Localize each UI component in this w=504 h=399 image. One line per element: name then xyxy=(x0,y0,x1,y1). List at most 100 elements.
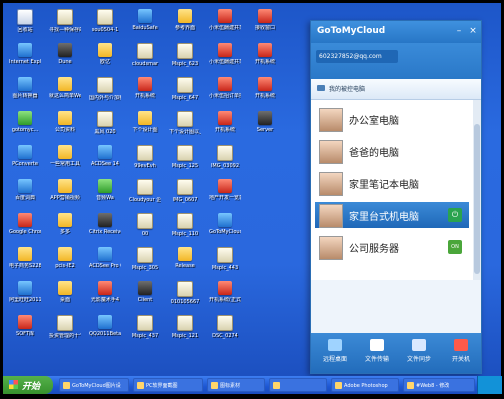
taskbar-button[interactable]: GoToMyCloud图片设 xyxy=(59,378,129,392)
desktop-icon[interactable]: Server xyxy=(249,111,281,147)
desktop-icon[interactable]: IMG_0607 xyxy=(169,179,201,215)
taskbar-button[interactable]: 图标素材 xyxy=(207,378,265,392)
desktop-icon[interactable]: 黑风 020 xyxy=(89,111,121,147)
desktop-icon[interactable]: BaiduSafe xyxy=(129,9,161,45)
desktop-icon[interactable]: APP营销视频 xyxy=(49,179,81,215)
desktop-icon[interactable]: Mspic_647 xyxy=(169,77,201,113)
device-list-scrollbar[interactable] xyxy=(473,100,481,280)
desktop-icon[interactable]: DSC_0274 xyxy=(209,315,241,351)
device-row[interactable]: 爸爸的电脑 xyxy=(315,138,469,164)
desktop-icon[interactable]: ACDSee Pro 6 xyxy=(89,247,121,283)
desktop-icon[interactable]: 百度词典 xyxy=(9,179,41,215)
taskbar-button[interactable] xyxy=(269,378,327,392)
file-icon xyxy=(258,43,272,57)
desktop-icon[interactable]: 投资管理的十个问题案例 xyxy=(49,315,81,351)
desktop-icon[interactable]: Internet Explorer xyxy=(9,43,41,79)
start-button[interactable]: 开始 xyxy=(3,376,53,394)
desktop-icon[interactable]: sou0504-1 xyxy=(89,9,121,45)
desktop-icon[interactable]: 小米伍酬建共享人机地 xyxy=(209,9,241,45)
desktop-icon[interactable]: 寻找—种保存的本电脑 xyxy=(49,9,81,45)
desktop-icon[interactable]: Mspic_110 xyxy=(169,213,201,249)
desktop-icon[interactable]: QQ2011Beta2 xyxy=(89,315,121,351)
device-name: 爸爸的电脑 xyxy=(349,148,399,159)
desktop-icon[interactable]: Dune xyxy=(49,43,81,79)
desktop-icon[interactable]: 多多 xyxy=(49,213,81,249)
file-icon xyxy=(58,77,72,91)
footer-button-1[interactable]: 文件传输 xyxy=(357,337,397,371)
desktop-icon[interactable]: 光影魔术手4 xyxy=(89,281,121,317)
footer-button-0[interactable]: 远程桌面 xyxy=(315,337,355,371)
desktop-icon[interactable]: 00 xyxy=(129,213,161,249)
desktop-icon[interactable]: IMG_03092 xyxy=(209,145,241,181)
taskbar-button[interactable]: Adobe Photoshop xyxy=(331,378,399,392)
desktop-icon[interactable]: Mspic_437 xyxy=(129,315,161,351)
desktop-icon[interactable]: 开机系统 xyxy=(209,111,241,147)
desktop-icon[interactable]: SOFT库 xyxy=(9,315,41,351)
desktop-icon[interactable]: 就这么简单WebPh发布 xyxy=(49,77,81,113)
desktop-icon[interactable]: 下个设计图以上报价 xyxy=(169,111,201,147)
minimize-button[interactable]: – xyxy=(453,25,465,37)
taskbar-button[interactable]: PC软界面截图 xyxy=(133,378,203,392)
desktop-icon[interactable]: 接收窗口 xyxy=(249,9,281,45)
desktop-icon[interactable]: 音频Wa xyxy=(89,179,121,215)
desktop-icon[interactable]: 小米伍招订单搜索列表 xyxy=(209,77,241,113)
desktop-icon[interactable]: 开机系统 xyxy=(129,77,161,113)
close-button[interactable]: × xyxy=(467,25,479,37)
file-icon xyxy=(177,43,193,59)
taskbar-button[interactable]: #Web8 - 修改 xyxy=(403,378,475,392)
file-icon xyxy=(17,9,33,25)
desktop-icon[interactable]: 地产开发一览表 xyxy=(209,179,241,215)
desktop-icon[interactable]: 99evEvh xyxy=(129,145,161,181)
panel-titlebar[interactable]: GoToMyCloud – × xyxy=(311,21,481,43)
device-row[interactable]: 家里笔记本电脑 xyxy=(315,170,469,196)
device-row[interactable]: 家里台式机电脑 ⏻ xyxy=(315,202,469,228)
device-group-header[interactable]: 我的被控电脑 xyxy=(311,79,481,100)
desktop-icon[interactable]: 小米伍酬建共享被管理员 xyxy=(209,43,241,79)
desktop-icon[interactable]: 开机系统 xyxy=(249,43,281,79)
desktop-icon[interactable]: pcis-IE2 xyxy=(49,247,81,283)
desktop-icon[interactable]: Mspic_121 xyxy=(169,315,201,351)
footer-button-3[interactable]: 开关机 xyxy=(441,337,481,371)
footer-button-2[interactable]: 文件同步 xyxy=(399,337,439,371)
desktop-icon[interactable]: 阿里旺旺2011 xyxy=(9,281,41,317)
desktop-icon-label: 寻找—种保存的本电脑 xyxy=(49,27,81,33)
desktop-icon[interactable]: 参考界面 xyxy=(169,9,201,45)
desktop-icon[interactable]: 010105667 xyxy=(169,281,201,317)
desktop-icon[interactable]: gotomyc... xyxy=(9,111,41,147)
desktop-icon[interactable]: 桌面 xyxy=(49,281,81,317)
desktop-icon[interactable]: GoToMyCloud 主控端 xyxy=(209,213,241,249)
desktop-icon[interactable]: 电子商务S228 xyxy=(9,247,41,283)
desktop-icon[interactable]: Client xyxy=(129,281,161,317)
desktop-icon-label: 一些常用工具 xyxy=(49,161,80,167)
desktop-icon[interactable]: 一些常用工具 xyxy=(49,145,81,181)
device-row[interactable]: 办公室电脑 xyxy=(315,106,469,132)
online-badge[interactable]: ON xyxy=(448,240,462,254)
desktop-icon-label: Mspic_437 xyxy=(131,333,159,339)
desktop-icon[interactable]: Citrix Receiver xyxy=(89,213,121,249)
desktop-icon[interactable]: Cloudyour 企业说明资料 xyxy=(129,179,161,215)
file-icon xyxy=(98,281,112,295)
desktop-icon[interactable]: Mspic_305 xyxy=(129,247,161,283)
desktop-icon[interactable]: PConverte xyxy=(9,145,41,181)
desktop-icon[interactable]: 国内外与介加我版人标 xyxy=(89,77,121,113)
desktop-icon[interactable]: 回收站 xyxy=(9,9,41,45)
desktop-icon[interactable]: 开机系统(正式) xyxy=(209,281,241,317)
account-email[interactable]: 602327852@qq.com xyxy=(316,50,398,63)
desktop-icon[interactable]: Release xyxy=(169,247,201,283)
desktop-icon[interactable]: Google Chrome xyxy=(9,213,41,249)
desktop-icon[interactable]: Mspic_443 xyxy=(209,247,241,283)
taskbar: 开始 GoToMyCloud图片设 PC软界面截图 图标素材 Adobe Photos… xyxy=(3,376,502,394)
desktop-icon[interactable]: 开机系统 xyxy=(249,77,281,113)
desktop-icon[interactable]: cloudsmar xyxy=(129,43,161,79)
system-tray[interactable] xyxy=(477,376,502,394)
power-icon[interactable]: ⏻ xyxy=(448,208,462,222)
scrollbar-thumb[interactable] xyxy=(474,124,480,274)
desktop-icon[interactable]: Mspic_623 xyxy=(169,43,201,79)
desktop-icon[interactable]: ACDSee 14 xyxy=(89,145,121,181)
desktop-icon[interactable]: 下个设计图 xyxy=(129,111,161,147)
desktop-icon[interactable]: 公司资料 xyxy=(49,111,81,147)
desktop-icon[interactable]: Mspic_125 xyxy=(169,145,201,181)
desktop-icon[interactable]: 图片转换器 xyxy=(9,77,41,113)
desktop-icon[interactable]: 欧亿 xyxy=(89,43,121,79)
device-row[interactable]: 公司服务器 ON xyxy=(315,234,469,260)
